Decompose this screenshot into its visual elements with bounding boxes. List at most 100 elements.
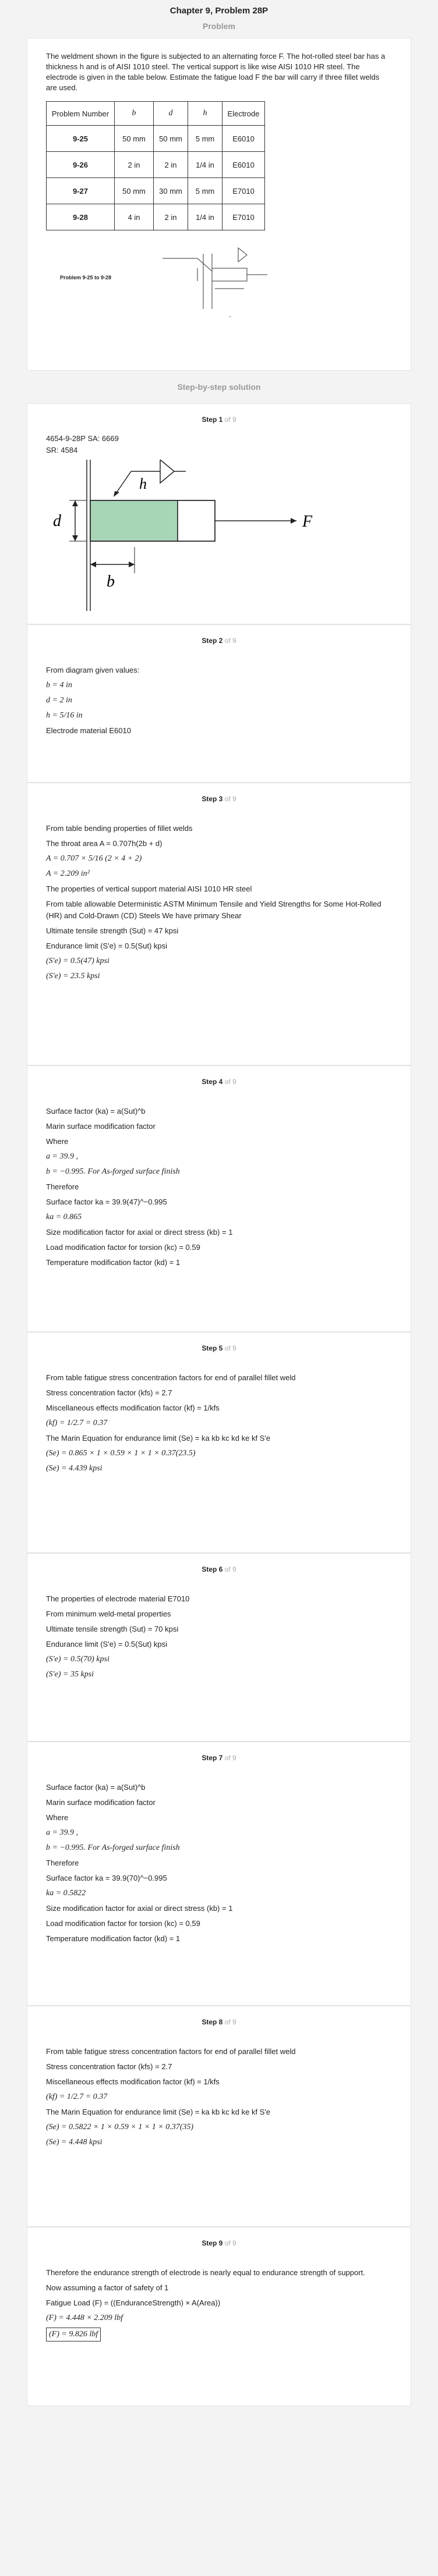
step-text: Miscellaneous effects modification facto… bbox=[46, 1404, 220, 1412]
page: Chapter 9, Problem 28P Problem The weldm… bbox=[0, 0, 438, 2406]
step-text: Temperature modification factor (kd) = 1 bbox=[46, 1258, 181, 1267]
table-cell: 50 mm bbox=[114, 125, 154, 152]
problem-table: Problem Number b d h Electrode 9-25 50 m… bbox=[46, 101, 265, 230]
step-text: The properties of electrode material E70… bbox=[46, 1594, 190, 1603]
step-text: Stress concentration factor (kfs) = 2.7 bbox=[46, 2062, 172, 2071]
step-card-9: Step 9 of 9 Therefore the endurance stre… bbox=[27, 2227, 411, 2406]
table-cell: E7010 bbox=[222, 177, 265, 204]
step-card-6: Step 6 of 9 The properties of electrode … bbox=[27, 1553, 411, 1742]
step-text: From table fatigue stress concentration … bbox=[46, 1373, 296, 1382]
step-text: From minimum weld-metal properties bbox=[46, 1609, 171, 1618]
step-math: (kf) = 1/2.7 = 0.37 bbox=[46, 1419, 108, 1427]
step-card-5: Step 5 of 9 From table fatigue stress co… bbox=[27, 1332, 411, 1553]
table-cell: 9-28 bbox=[46, 204, 115, 230]
step-text: Marin surface modification factor bbox=[46, 1122, 156, 1131]
table-header: Problem Number bbox=[46, 101, 115, 126]
table-row: 9-26 2 in 2 in 1/4 in E6010 bbox=[46, 151, 265, 178]
step-math: (Se) = 4.448 kpsi bbox=[46, 2138, 103, 2147]
step-card-8: Step 8 of 9 From table fatigue stress co… bbox=[27, 2006, 411, 2227]
fig-label-h: h bbox=[139, 475, 147, 492]
step-math: b = −0.995. For As-forged surface finish bbox=[46, 1843, 180, 1852]
step-math: (S'e) = 0.5(47) kpsi bbox=[46, 957, 110, 965]
page-title: Chapter 9, Problem 28P bbox=[169, 6, 269, 16]
step-card-3: Step 3 of 9 From table bending propertie… bbox=[27, 783, 411, 1065]
step-text: Therefore bbox=[46, 1859, 79, 1867]
weld-diagram: h d b F bbox=[53, 460, 313, 611]
step-text: From diagram given values: bbox=[46, 666, 140, 674]
final-answer: (F) = 9.826 lbf bbox=[46, 2328, 101, 2342]
step-text: Load modification factor for torsion (kc… bbox=[46, 1919, 200, 1928]
step-math: b = 4 in bbox=[46, 681, 72, 690]
step-math: a = 39.9 , bbox=[46, 1152, 78, 1161]
step-text: Surface factor (ka) = a(Sut)^b bbox=[46, 1783, 146, 1792]
step-text: From table fatigue stress concentration … bbox=[46, 2047, 296, 2056]
step-math: (Se) = 0.5822 × 1 × 0.59 × 1 × 1 × 0.37(… bbox=[46, 2123, 194, 2131]
table-cell: 4 in bbox=[114, 204, 154, 230]
step-card-7: Step 7 of 9 Surface factor (ka) = a(Sut)… bbox=[27, 1742, 411, 2006]
table-cell: 30 mm bbox=[153, 177, 188, 204]
step-heading: Step 5 of 9 bbox=[202, 1344, 236, 1352]
step-text: The Marin Equation for endurance limit (… bbox=[46, 1434, 271, 1442]
fig-label-d: d bbox=[53, 512, 62, 530]
step-card-4: Step 4 of 9 Surface factor (ka) = a(Sut)… bbox=[27, 1065, 411, 1332]
table-header: h bbox=[188, 101, 222, 126]
table-cell: 50 mm bbox=[114, 177, 154, 204]
solution-label: Step-by-step solution bbox=[177, 382, 261, 392]
step-heading: Step 1 of 9 bbox=[202, 415, 236, 424]
step-text: Endurance limit (S'e) = 0.5(Sut) kpsi bbox=[46, 941, 168, 950]
step-text: Stress concentration factor (kfs) = 2.7 bbox=[46, 1388, 172, 1397]
table-row: 9-27 50 mm 30 mm 5 mm E7010 bbox=[46, 177, 265, 204]
step-math: A = 0.707 × 5/16 (2 × 4 + 2) bbox=[46, 854, 142, 863]
step-text: The Marin Equation for endurance limit (… bbox=[46, 2108, 271, 2116]
table-cell: 5 mm bbox=[188, 125, 222, 152]
problem-text: The weldment shown in the figure is subj… bbox=[46, 52, 386, 92]
step-text: Temperature modification factor (kd) = 1 bbox=[46, 1934, 181, 1943]
table-cell: 2 in bbox=[114, 151, 154, 178]
step-text: Where bbox=[46, 1813, 69, 1822]
step-heading: Step 6 of 9 bbox=[202, 1565, 236, 1573]
step-card-2: Step 2 of 9 From diagram given values: b… bbox=[27, 624, 411, 783]
figure-caption: Problem 9-25 to 9-28 bbox=[60, 275, 112, 280]
table-header: Electrode bbox=[222, 101, 265, 126]
table-cell: 1/4 in bbox=[188, 204, 222, 230]
table-cell: 9-25 bbox=[46, 125, 115, 152]
table-header: d bbox=[153, 101, 188, 126]
step-math: (F) = 4.448 × 2.209 lbf bbox=[46, 2314, 123, 2322]
step-math: (Se) = 4.439 kpsi bbox=[46, 1464, 103, 1473]
table-header-row: Problem Number b d h Electrode bbox=[46, 101, 265, 126]
table-row: 9-28 4 in 2 in 1/4 in E7010 bbox=[46, 204, 265, 230]
step-text: Ultimate tensile strength (Sut) = 47 kps… bbox=[46, 926, 179, 935]
problem-card: The weldment shown in the figure is subj… bbox=[27, 38, 411, 371]
step-heading: Step 3 of 9 bbox=[202, 795, 236, 803]
step-heading: Step 9 of 9 bbox=[202, 2239, 236, 2247]
step-text: Fatigue Load (F) = ((EnduranceStrength) … bbox=[46, 2298, 221, 2307]
step-text: 4654-9-28P SA: 6669 bbox=[46, 434, 119, 443]
step-math: ka = 0.865 bbox=[46, 1213, 82, 1221]
step-math: h = 5/16 in bbox=[46, 711, 83, 720]
step-math: (S'e) = 23.5 kpsi bbox=[46, 972, 100, 980]
step-text: Now assuming a factor of safety of 1 bbox=[46, 2283, 169, 2292]
table-header: b bbox=[114, 101, 154, 126]
step-math: (kf) = 1/2.7 = 0.37 bbox=[46, 2092, 108, 2101]
step-math: (Se) = 0.865 × 1 × 0.59 × 1 × 1 × 0.37(2… bbox=[46, 1449, 196, 1458]
step-text: SR: 4584 bbox=[46, 446, 78, 454]
step-text: Size modification factor for axial or di… bbox=[46, 1904, 233, 1913]
step-text: Surface factor ka = 39.9(70)^−0.995 bbox=[46, 1874, 167, 1882]
step-math: A = 2.209 in² bbox=[46, 869, 90, 878]
step-text: The properties of vertical support mater… bbox=[46, 884, 252, 893]
step-heading: Step 8 of 9 bbox=[202, 2018, 236, 2026]
table-cell: 2 in bbox=[153, 151, 188, 178]
step-text: Therefore bbox=[46, 1182, 79, 1191]
step-text: Miscellaneous effects modification facto… bbox=[46, 2077, 220, 2086]
table-cell: E7010 bbox=[222, 204, 265, 230]
step-text: Size modification factor for axial or di… bbox=[46, 1228, 233, 1237]
fig-label-F: F bbox=[302, 513, 313, 531]
problem-label: Problem bbox=[202, 22, 235, 31]
weldment-sketch bbox=[163, 247, 267, 317]
step-text: The throat area A = 0.707h(2b + d) bbox=[46, 839, 163, 848]
step-math: a = 39.9 , bbox=[46, 1828, 78, 1837]
step-text: From table bending properties of fillet … bbox=[46, 824, 193, 833]
step-text: Surface factor (ka) = a(Sut)^b bbox=[46, 1107, 146, 1115]
step-text: Marin surface modification factor bbox=[46, 1798, 156, 1807]
table-cell: 50 mm bbox=[153, 125, 188, 152]
